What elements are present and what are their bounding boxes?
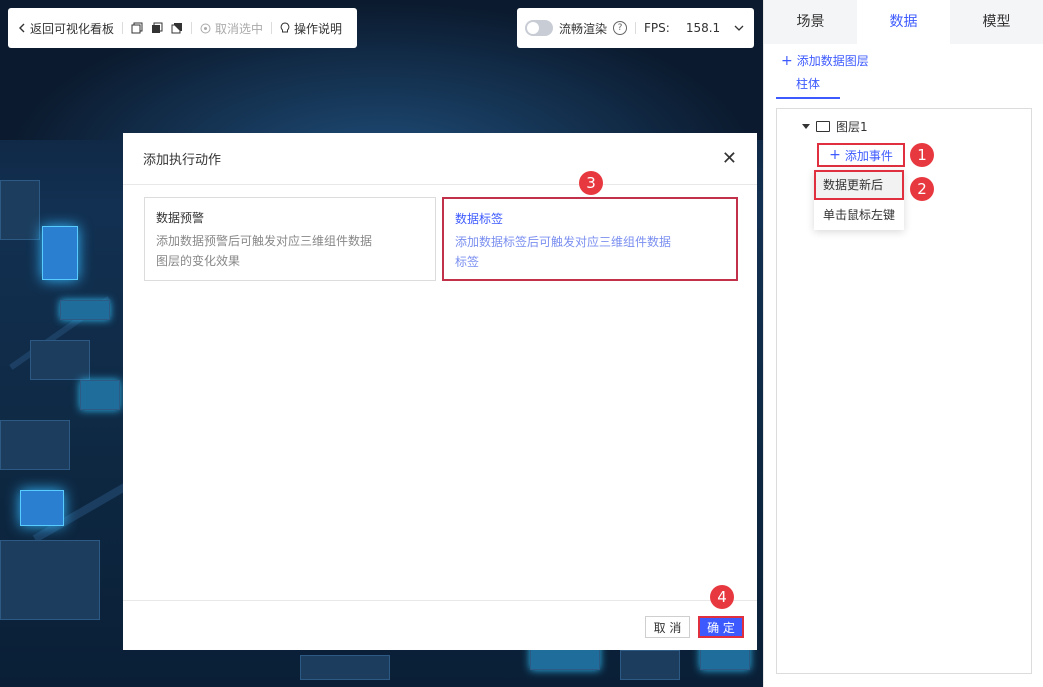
scene-building xyxy=(0,540,100,620)
scene-building-glow xyxy=(42,226,78,280)
card-desc: 图层的变化效果 xyxy=(156,254,241,268)
toolbar-divider xyxy=(191,22,193,34)
menu-item-left-click[interactable]: 单击鼠标左键 xyxy=(814,200,904,230)
caret-down-icon[interactable] xyxy=(802,124,810,129)
scene-building xyxy=(620,650,680,680)
scene-building xyxy=(300,655,390,680)
layer-label: 图层1 xyxy=(836,120,868,134)
dialog-header: 添加执行动作 ✕ xyxy=(123,133,757,185)
cancel-button[interactable]: 取 消 xyxy=(645,616,690,638)
render-settings: 流畅渲染 ? FPS: 158.1 xyxy=(517,8,754,48)
question-icon[interactable]: ? xyxy=(613,21,628,35)
close-icon[interactable]: ✕ xyxy=(722,148,737,169)
folder-icon xyxy=(816,121,830,132)
fps-value: 158.1 xyxy=(685,21,721,35)
add-data-layer-label: 添加数据图层 xyxy=(796,54,869,68)
chevron-left-icon xyxy=(19,23,25,33)
target-icon xyxy=(200,23,211,33)
chevron-down-icon[interactable] xyxy=(734,25,744,31)
scene-building xyxy=(0,180,40,240)
view-side-icon[interactable] xyxy=(171,22,183,34)
toolbar-divider xyxy=(271,22,273,34)
scene-building-glow xyxy=(20,490,64,526)
tree-node-layer1[interactable]: 图层1 xyxy=(802,118,868,135)
scene-building xyxy=(0,420,70,470)
card-data-label[interactable]: 数据标签 添加数据标签后可触发对应三维组件数据 标签 xyxy=(442,197,738,281)
scene-building xyxy=(60,300,110,320)
smooth-render-toggle[interactable] xyxy=(525,20,553,36)
step-badge: 3 xyxy=(579,171,603,195)
add-event-button[interactable]: + 添加事件 xyxy=(817,143,905,167)
card-desc: 添加数据预警后可触发对应三维组件数据 xyxy=(156,234,373,248)
add-event-label: 添加事件 xyxy=(844,148,893,163)
confirm-button[interactable]: 确 定 xyxy=(698,616,744,638)
card-title: 数据预警 xyxy=(156,211,205,225)
card-data-warning[interactable]: 数据预警 添加数据预警后可触发对应三维组件数据 图层的变化效果 xyxy=(144,197,436,281)
step-badge: 4 xyxy=(710,585,734,609)
layer-tree: 图层1 + 添加事件 数据更新后 单击鼠标左键 xyxy=(776,108,1032,674)
fps-label: FPS: xyxy=(644,21,670,35)
add-action-dialog: 添加执行动作 ✕ 数据预警 添加数据预警后可触发对应三维组件数据 图层的变化效果… xyxy=(123,133,757,650)
help-button[interactable]: 操作说明 xyxy=(280,20,342,37)
step-badge: 2 xyxy=(910,177,934,201)
subtab-column[interactable]: 柱体 xyxy=(776,75,840,99)
help-label: 操作说明 xyxy=(294,21,343,36)
smooth-render-label: 流畅渲染 xyxy=(559,21,608,36)
tab-scene[interactable]: 场景 xyxy=(764,0,857,44)
event-menu: 数据更新后 单击鼠标左键 xyxy=(814,170,904,230)
lightbulb-icon xyxy=(280,22,290,33)
view-top-icon[interactable] xyxy=(151,22,163,34)
cancel-select-label: 取消选中 xyxy=(215,21,264,36)
add-data-layer-button[interactable]: + 添加数据图层 xyxy=(781,52,1043,69)
back-label: 返回可视化看板 xyxy=(30,21,115,36)
cancel-select-button[interactable]: 取消选中 xyxy=(200,20,263,37)
dialog-footer: 取 消 确 定 xyxy=(123,600,757,650)
step-badge: 1 xyxy=(910,143,934,167)
tab-model[interactable]: 模型 xyxy=(950,0,1043,44)
plus-icon: + xyxy=(829,147,841,163)
plus-icon: + xyxy=(781,52,793,69)
card-title: 数据标签 xyxy=(455,212,504,226)
card-desc: 添加数据标签后可触发对应三维组件数据 xyxy=(455,235,672,249)
right-panel: 场景 数据 模型 + 添加数据图层 柱体 图层1 + 添加事件 数据更新后 单击… xyxy=(763,0,1043,687)
render-divider xyxy=(635,22,637,34)
toolbar-divider xyxy=(122,22,124,34)
back-button[interactable]: 返回可视化看板 xyxy=(18,20,114,37)
card-desc: 标签 xyxy=(455,255,480,269)
scene-building xyxy=(30,340,90,380)
view-front-icon[interactable] xyxy=(131,22,143,34)
menu-item-data-updated[interactable]: 数据更新后 xyxy=(814,170,904,200)
scene-toolbar: 返回可视化看板 取消选中 操作说明 xyxy=(8,8,357,48)
scene-building xyxy=(80,380,120,410)
panel-tabs: 场景 数据 模型 xyxy=(764,0,1043,44)
tab-data[interactable]: 数据 xyxy=(857,0,950,44)
dialog-title: 添加执行动作 xyxy=(143,153,222,168)
